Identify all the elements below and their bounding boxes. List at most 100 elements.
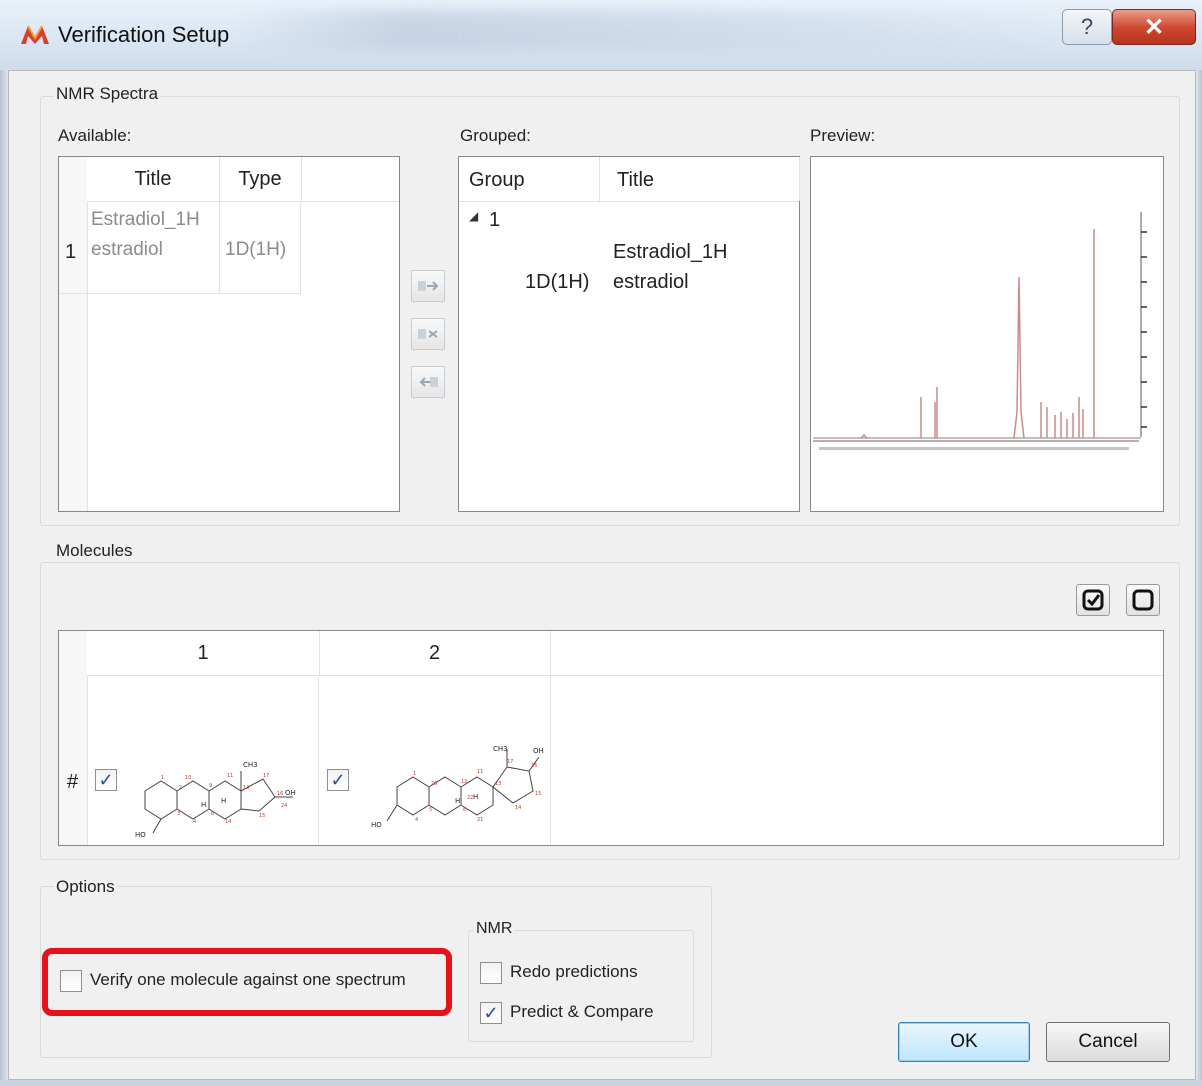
column-header-group[interactable]: Group bbox=[469, 169, 525, 192]
title-bar: Verification Setup ? ✕ bbox=[0, 0, 1202, 71]
available-table-header: Title Type bbox=[87, 157, 399, 202]
spectrum-title-line1: Estradiol_1H bbox=[91, 209, 200, 230]
available-label: Available: bbox=[58, 126, 132, 145]
svg-text:20: 20 bbox=[431, 781, 437, 787]
hydroxyl-label: HO bbox=[135, 831, 146, 839]
svg-text:24: 24 bbox=[281, 803, 287, 809]
svg-text:2: 2 bbox=[179, 785, 182, 791]
cancel-button[interactable]: Cancel bbox=[1046, 1022, 1170, 1062]
remove-from-group-button[interactable] bbox=[411, 318, 445, 350]
add-to-group-icon bbox=[418, 281, 439, 291]
grouped-label: Grouped: bbox=[460, 126, 531, 145]
row-header-hash: # bbox=[67, 771, 79, 793]
svg-text:17: 17 bbox=[263, 773, 269, 779]
svg-text:H: H bbox=[455, 797, 460, 805]
uncheck-all-button[interactable] bbox=[1126, 584, 1160, 616]
ok-button[interactable]: OK bbox=[898, 1022, 1030, 1062]
nmr-spectra-group-label: NMR Spectra bbox=[54, 84, 161, 104]
cell-divider bbox=[318, 675, 319, 845]
svg-text:11: 11 bbox=[227, 773, 233, 779]
spectrum-preview-plot bbox=[813, 212, 1147, 450]
methyl-label: CH3 bbox=[243, 761, 258, 769]
svg-text:3: 3 bbox=[177, 811, 180, 817]
column-header-molecule-2[interactable]: 2 bbox=[319, 631, 551, 675]
svg-text:8: 8 bbox=[463, 807, 466, 813]
ungroup-icon bbox=[419, 377, 438, 387]
window-right-border bbox=[1196, 70, 1202, 1086]
close-button[interactable]: ✕ bbox=[1112, 9, 1196, 45]
ungroup-button[interactable] bbox=[411, 366, 445, 398]
grouped-spectrum-title-line2[interactable]: estradiol bbox=[613, 271, 689, 294]
svg-text:12: 12 bbox=[461, 779, 467, 785]
hydroxyl-label: OH bbox=[285, 789, 296, 797]
molecules-grid[interactable]: 1 2 # ✓ 1 2 3 4 9 8 14 13 17 16 15 11 10 24 H H CH3 … bbox=[58, 630, 1164, 846]
check-icon: ✓ bbox=[483, 1002, 499, 1023]
grouped-spectra-tree[interactable]: Group Title ◢ 1 Estradiol_1H 1D(1H) estr… bbox=[458, 156, 800, 512]
column-header-title[interactable]: Title bbox=[87, 157, 220, 201]
available-spectra-table[interactable]: Title Type 1 Estradiol_1H estradiol 1D(1… bbox=[58, 156, 400, 512]
svg-text:21: 21 bbox=[477, 817, 483, 823]
window-title: Verification Setup bbox=[58, 22, 230, 47]
molecule-2-checkbox[interactable]: ✓ bbox=[327, 769, 349, 791]
column-header-title[interactable]: Title bbox=[617, 169, 654, 192]
window-left-border bbox=[0, 70, 8, 1086]
highlight-annotation bbox=[42, 948, 452, 1016]
grouped-spectrum-title-line1[interactable]: Estradiol_1H bbox=[613, 241, 728, 264]
redo-predictions-label[interactable]: Redo predictions bbox=[510, 962, 638, 982]
help-icon: ? bbox=[1080, 14, 1094, 39]
grouped-spectrum-type[interactable]: 1D(1H) bbox=[525, 271, 589, 294]
svg-text:10: 10 bbox=[185, 775, 191, 781]
column-header-molecule-1[interactable]: 1 bbox=[87, 631, 320, 675]
check-all-icon bbox=[1082, 589, 1104, 611]
svg-text:16: 16 bbox=[277, 791, 283, 797]
hydroxyl-label: OH bbox=[533, 747, 544, 755]
spectrum-title-line2: estradiol bbox=[91, 239, 163, 260]
svg-text:H: H bbox=[473, 793, 478, 801]
check-icon: ✓ bbox=[98, 769, 114, 790]
expander-icon[interactable]: ◢ bbox=[469, 209, 478, 223]
svg-text:H: H bbox=[221, 797, 226, 805]
molecule-2-structure: 12054 1282113 17161514 1122 HHCH3 OH HO bbox=[371, 745, 544, 829]
acd-logo-icon bbox=[21, 25, 49, 44]
predict-compare-label[interactable]: Predict & Compare bbox=[510, 1002, 654, 1022]
molecule-1-checkbox[interactable]: ✓ bbox=[95, 769, 117, 791]
close-icon: ✕ bbox=[1143, 13, 1165, 41]
header-divider bbox=[599, 157, 600, 201]
uncheck-all-icon bbox=[1132, 589, 1154, 611]
options-group-label: Options bbox=[54, 877, 117, 897]
column-header-type[interactable]: Type bbox=[219, 157, 302, 201]
cell-divider bbox=[219, 201, 220, 293]
svg-text:16: 16 bbox=[531, 763, 537, 769]
svg-text:H: H bbox=[201, 801, 206, 809]
title-bar-blur bbox=[240, 10, 1060, 50]
nmr-options-group-label: NMR bbox=[474, 920, 515, 938]
svg-text:14: 14 bbox=[515, 805, 521, 811]
svg-text:1: 1 bbox=[413, 771, 416, 777]
table-row[interactable]: 1 Estradiol_1H estradiol 1D(1H) bbox=[59, 201, 301, 294]
methyl-label: CH3 bbox=[493, 745, 508, 753]
molecule-1-structure: 1 2 3 4 9 8 14 13 17 16 15 11 10 24 H H CH3 HO OH bbox=[135, 761, 296, 839]
nmr-options-group bbox=[468, 930, 694, 1042]
header-divider bbox=[799, 157, 800, 201]
svg-text:13: 13 bbox=[495, 781, 501, 787]
molecules-grid-header: 1 2 bbox=[87, 631, 1163, 676]
redo-predictions-checkbox[interactable] bbox=[480, 962, 502, 984]
svg-text:4: 4 bbox=[193, 819, 196, 825]
add-to-group-button[interactable] bbox=[411, 270, 445, 302]
svg-text:14: 14 bbox=[225, 819, 231, 825]
spectrum-preview bbox=[810, 156, 1164, 512]
row-index: 1 bbox=[65, 241, 77, 263]
svg-text:4: 4 bbox=[415, 817, 418, 823]
remove-from-group-icon bbox=[418, 329, 438, 339]
check-all-button[interactable] bbox=[1076, 584, 1110, 616]
help-button[interactable]: ? bbox=[1062, 9, 1112, 45]
predict-compare-checkbox[interactable]: ✓ bbox=[480, 1002, 502, 1024]
svg-text:15: 15 bbox=[535, 791, 541, 797]
group-node-label[interactable]: 1 bbox=[489, 209, 500, 232]
svg-text:13: 13 bbox=[243, 785, 249, 791]
hydroxyl-label: HO bbox=[371, 821, 382, 829]
preview-label: Preview: bbox=[810, 126, 876, 145]
svg-text:5: 5 bbox=[429, 807, 432, 813]
molecules-group-label: Molecules bbox=[54, 541, 135, 561]
svg-text:11: 11 bbox=[477, 769, 483, 775]
